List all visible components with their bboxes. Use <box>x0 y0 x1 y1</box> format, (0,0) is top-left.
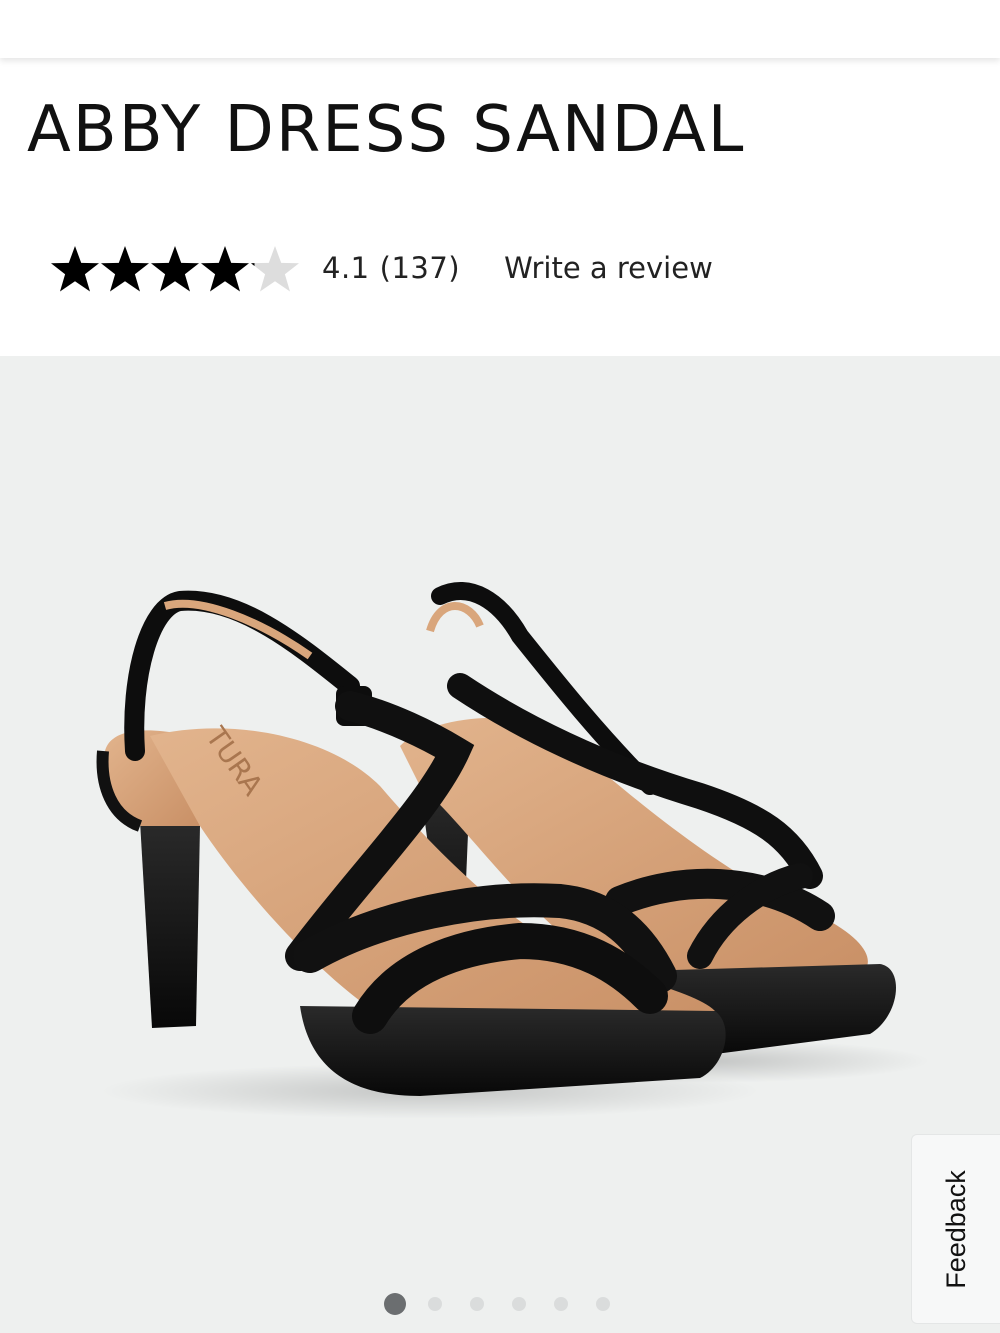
top-header-bar <box>0 0 1000 58</box>
rating-count[interactable]: (137) <box>380 251 460 285</box>
gallery-dot-4[interactable] <box>512 1297 526 1311</box>
product-image-sandals[interactable]: TURA <box>0 356 1000 1333</box>
feedback-label: Feedback <box>940 1169 971 1289</box>
rating-score: 4.1 <box>322 251 370 285</box>
star-icon <box>51 246 99 292</box>
gallery-dot-6[interactable] <box>596 1297 610 1311</box>
gallery-dot-2[interactable] <box>428 1297 442 1311</box>
star-icon <box>101 246 149 292</box>
stars-graphic <box>51 246 299 292</box>
write-review-link[interactable]: Write a review <box>504 251 713 285</box>
star-icon <box>151 246 199 292</box>
product-title: ABBY DRESS SANDAL <box>27 93 746 167</box>
gallery-pagination <box>384 1292 638 1316</box>
star-icon <box>201 246 249 292</box>
product-image-gallery[interactable]: TURA Feedback <box>0 356 1000 1333</box>
gallery-dot-1[interactable] <box>384 1293 406 1315</box>
feedback-tab[interactable]: Feedback <box>911 1134 1000 1324</box>
rating-row: 4.1 (137) Write a review <box>50 240 713 296</box>
star-rating[interactable] <box>50 242 300 294</box>
gallery-dot-3[interactable] <box>470 1297 484 1311</box>
star-partial-icon <box>251 246 299 292</box>
gallery-dot-5[interactable] <box>554 1297 568 1311</box>
